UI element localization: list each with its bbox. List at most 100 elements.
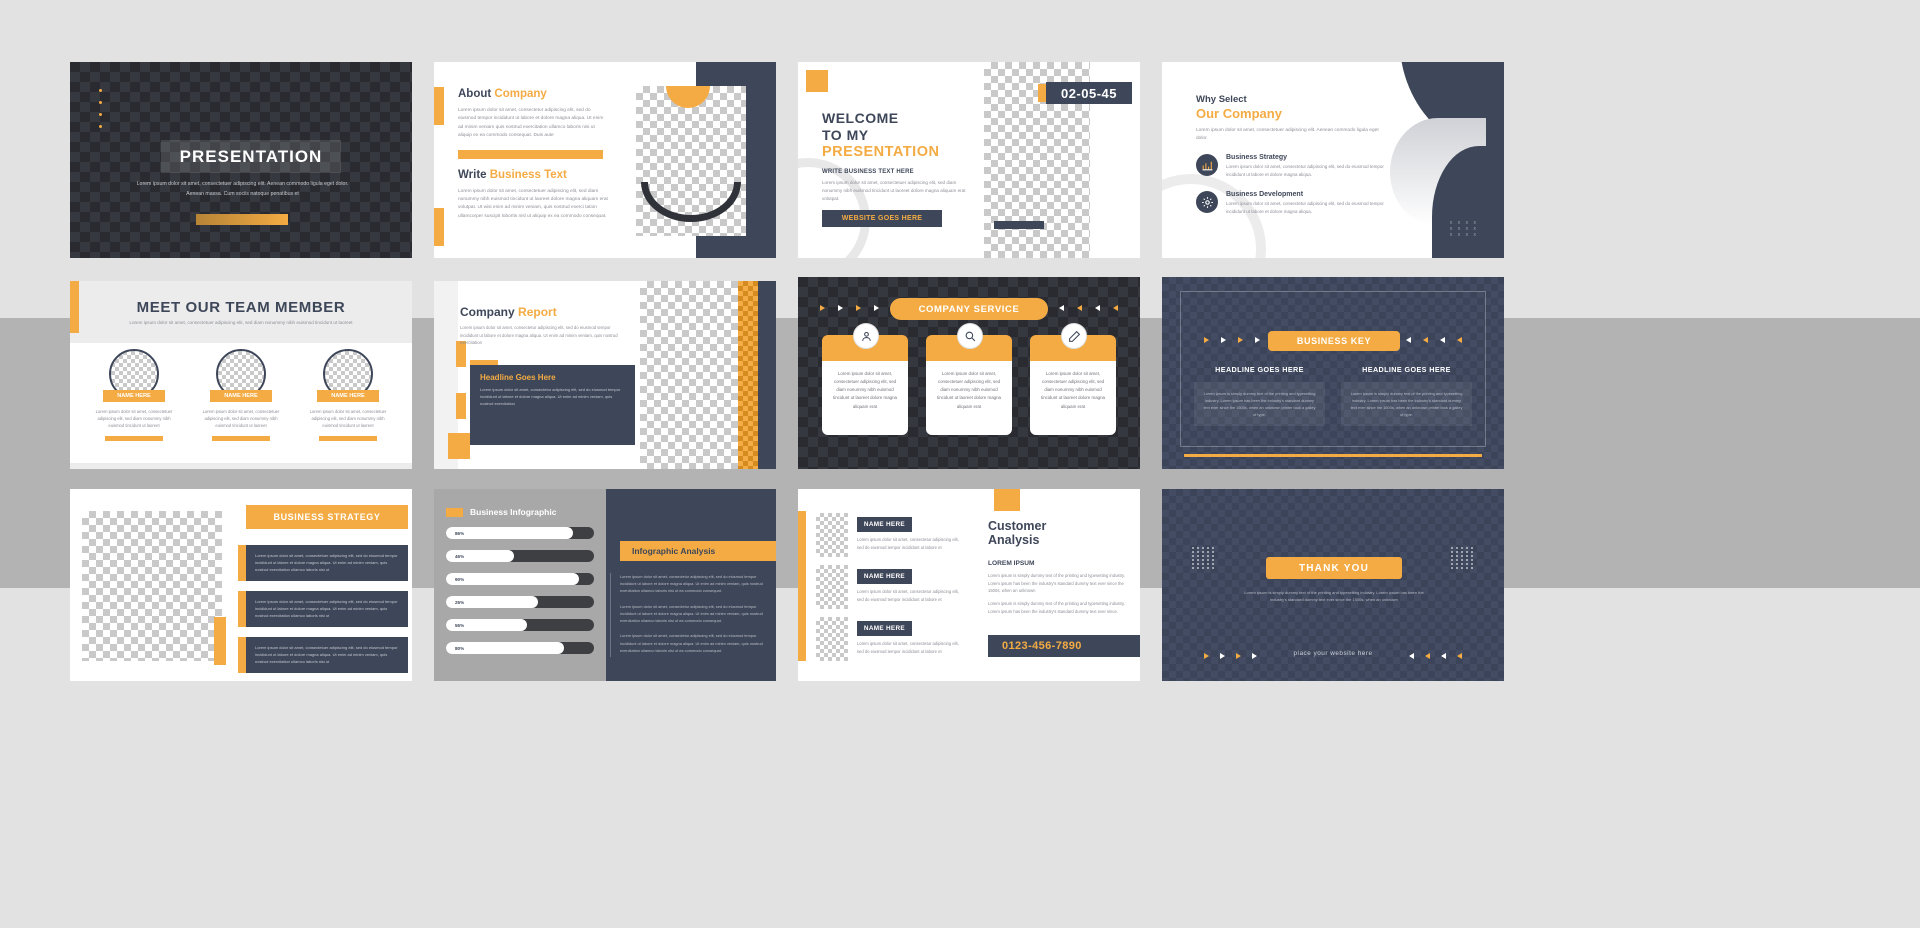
dot-grid-left: [1192, 547, 1215, 569]
progress-bar-row: 55%: [446, 619, 594, 631]
why-heading-accent: Our Company: [1196, 106, 1282, 121]
triangle-decor-left: [820, 305, 879, 311]
row-text: Lorem ipsum dolor sit amet, consectetuer…: [255, 645, 398, 664]
slide-business-infographic[interactable]: Business Infographic 86% 46% 90% 25% 55%…: [434, 489, 776, 681]
triangle-decor-right: [1406, 337, 1462, 343]
report-heading-accent: Report: [518, 305, 557, 319]
slide-why-select[interactable]: Why Select Our Company Lorem ipsum dolor…: [1162, 62, 1504, 258]
about-heading-dark: About: [458, 88, 492, 100]
accent-block: [214, 617, 226, 665]
service-title-pill: COMPANY SERVICE: [890, 298, 1048, 320]
service-card[interactable]: Lorem ipsum dolor sit amet, consectetuer…: [822, 323, 908, 435]
team-member[interactable]: NAME HERE Lorem ipsum dolor sit amet, co…: [200, 349, 282, 442]
arc-decor: [636, 182, 746, 236]
cover-accent-bar: [196, 214, 288, 225]
customer-item[interactable]: NAME HERE Lorem ipsum dolor sit amet, co…: [816, 565, 964, 609]
bar-label: 55%: [455, 622, 465, 628]
website-button[interactable]: WEBSITE GOES HERE: [822, 210, 942, 227]
thank-you-title: THANK YOU: [1266, 557, 1402, 579]
progress-bar-row: 25%: [446, 596, 594, 608]
chart-bar-icon: [1196, 154, 1218, 177]
slide-business-key[interactable]: BUSINESS KEY HEADLINE GOES HERE Lorem ip…: [1162, 277, 1504, 469]
member-name-badge: NAME HERE: [210, 390, 272, 402]
slide-presentation-cover[interactable]: PRESENTATION Lorem ipsum dolor sit amet,…: [70, 62, 412, 258]
report-heading: Company Report: [460, 305, 625, 319]
slide-customer-analysis[interactable]: NAME HERE Lorem ipsum dolor sit amet, co…: [798, 489, 1140, 681]
accent-tab-top: [434, 87, 444, 125]
row-accent-tab: [238, 545, 246, 581]
triangle-decor-right: [1059, 305, 1118, 311]
write-heading-accent: Business Text: [489, 168, 567, 181]
accent-square: [994, 489, 1020, 511]
customer-item[interactable]: NAME HERE Lorem ipsum dolor sit amet, co…: [816, 513, 964, 557]
member-text: Lorem ipsum dolor sit amet, consectetuer…: [202, 409, 280, 429]
card-body: Lorem ipsum dolor sit amet, consectetuer…: [1030, 361, 1116, 435]
analysis-text: Lorem ipsum dolor sit amet, consectetur …: [620, 573, 768, 662]
x-pattern-decor: x x x xx x x xx x x x: [1449, 220, 1478, 238]
service-cards: Lorem ipsum dolor sit amet, consectetuer…: [798, 323, 1140, 435]
member-text: Lorem ipsum dolor sit amet, consectetuer…: [95, 409, 173, 429]
progress-bar-row: 90%: [446, 573, 594, 585]
image-placeholder: [640, 281, 738, 469]
infographic-header: Business Infographic: [446, 507, 556, 517]
slide-team[interactable]: MEET OUR TEAM MEMBER Lorem ipsum dolor s…: [70, 281, 412, 469]
progress-bar-row: 86%: [446, 527, 594, 539]
bar-label: 90%: [455, 576, 465, 582]
analysis-title-line1: Customer: [988, 519, 1047, 533]
report-intro: Lorem ipsum dolor sit amet, consectetur …: [460, 325, 618, 346]
slide-company-report[interactable]: Company Report Lorem ipsum dolor sit ame…: [434, 281, 776, 469]
analysis-title-line2: Analysis: [988, 533, 1040, 548]
about-text-block: About Company Lorem ipsum dolor sit amet…: [458, 88, 608, 221]
slide-welcome[interactable]: 02-05-45 WELCOME TO MY PRESENTATION WRIT…: [798, 62, 1140, 258]
navy-accent-bar: [994, 221, 1044, 229]
analysis-paragraph: Lorem ipsum dolor sit amet, consectetur …: [620, 603, 763, 624]
phone-number[interactable]: 0123-456-7890: [988, 635, 1140, 657]
bar-label: 25%: [455, 599, 465, 605]
service-card[interactable]: Lorem ipsum dolor sit amet, consectetuer…: [926, 323, 1012, 435]
analysis-subhead: LOREM IPSUM: [988, 559, 1035, 567]
business-key-title: BUSINESS KEY: [1268, 331, 1400, 351]
date-badge: 02-05-45: [1046, 82, 1132, 104]
slide-about-company[interactable]: About Company Lorem ipsum dolor sit amet…: [434, 62, 776, 258]
card-body: Lorem ipsum dolor sit amet, consectetuer…: [822, 361, 908, 435]
welcome-line-2: TO MY: [822, 127, 869, 144]
row-text: Lorem ipsum dolor sit amet, consectetuer…: [255, 553, 398, 572]
customer-analysis-text: Customer Analysis LOREM IPSUM Lorem ipsu…: [988, 519, 1132, 616]
analysis-paragraph: Lorem ipsum dolor sit amet, consectetur …: [620, 574, 763, 594]
magnifier-icon: [957, 323, 983, 349]
column-text: Lorem ipsum is simply dummy text of the …: [1203, 391, 1316, 418]
feature-text: Lorem ipsum dolor sit amet, consectetur …: [1226, 201, 1384, 214]
team-member[interactable]: NAME HERE Lorem ipsum dolor sit amet, co…: [307, 349, 389, 442]
accent-square: [806, 70, 828, 92]
orange-pattern-strip: [738, 281, 758, 469]
decor-dots: [99, 89, 102, 137]
slide-company-service[interactable]: COMPANY SERVICE Lorem ipsum dolor sit am…: [798, 277, 1140, 469]
why-select-block: Why Select Our Company Lorem ipsum dolor…: [1196, 94, 1386, 216]
analysis-body-2: Lorem ipsum is simply dummy text of the …: [988, 601, 1126, 614]
column-text: Lorem ipsum is simply dummy text of the …: [1350, 391, 1463, 418]
cover-title: PRESENTATION: [179, 146, 323, 166]
bar-label: 80%: [455, 645, 465, 651]
team-member[interactable]: NAME HERE Lorem ipsum dolor sit amet, co…: [93, 349, 175, 442]
member-accent-line: [105, 436, 163, 442]
slide-thank-you[interactable]: THANK YOU Lorem ipsum is simply dummy te…: [1162, 489, 1504, 681]
service-card[interactable]: Lorem ipsum dolor sit amet, consectetuer…: [1030, 323, 1116, 435]
card-text: Lorem ipsum dolor sit amet, consectetur …: [480, 387, 621, 406]
team-title: MEET OUR TEAM MEMBER: [136, 299, 346, 316]
image-placeholder: [816, 617, 848, 661]
row-accent-tab: [238, 637, 246, 673]
divider-bar: [458, 149, 603, 159]
card-accent-tab: [470, 360, 498, 365]
progress-bar-row: 80%: [446, 642, 594, 654]
image-placeholder: [816, 513, 848, 557]
card-body: Lorem ipsum dolor sit amet, consectetuer…: [926, 361, 1012, 435]
card-text: Lorem ipsum dolor sit amet, consectetuer…: [833, 371, 897, 409]
navy-side-strip: [758, 281, 776, 469]
customer-item[interactable]: NAME HERE Lorem ipsum dolor sit amet, co…: [816, 617, 964, 661]
slide-business-strategy[interactable]: BUSINESS STRATEGY Lorem ipsum dolor sit …: [70, 489, 412, 681]
bar-label: 46%: [455, 553, 465, 559]
card-text: Lorem ipsum dolor sit amet, consectetuer…: [1041, 371, 1105, 409]
gear-icon: [1196, 191, 1218, 214]
business-key-columns: HEADLINE GOES HERE Lorem ipsum is simply…: [1194, 365, 1472, 427]
column-heading: HEADLINE GOES HERE: [1215, 365, 1304, 374]
